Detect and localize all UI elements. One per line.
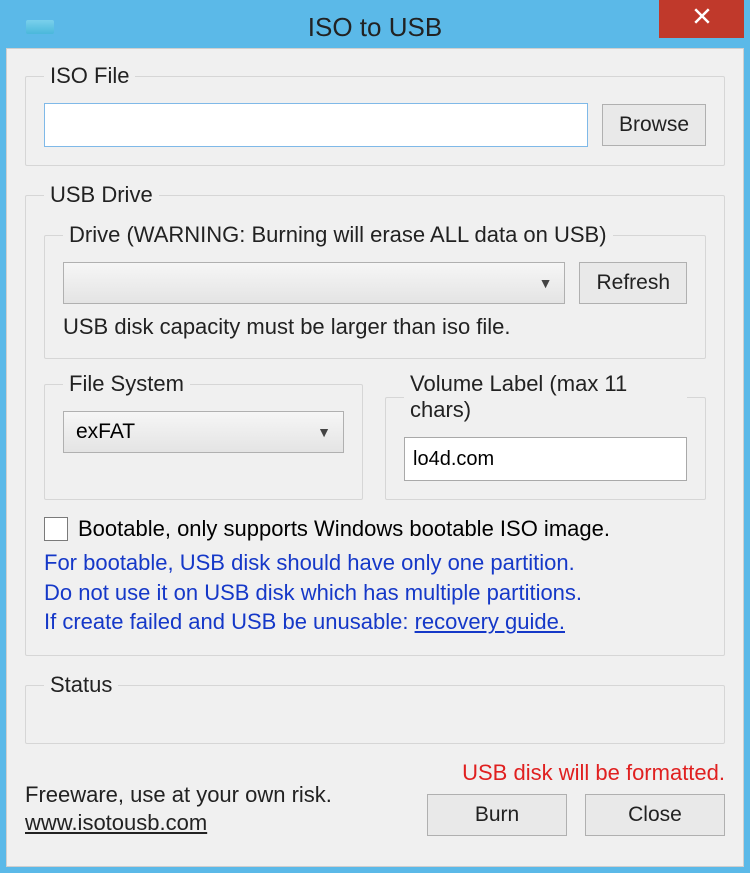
app-window: ISO to USB ISO File Browse USB Drive Dri… [0,0,750,873]
recovery-guide-link[interactable]: recovery guide. [415,609,565,634]
bootable-label: Bootable, only supports Windows bootable… [78,516,610,542]
bootable-info-line2: Do not use it on USB disk which has mult… [44,578,706,608]
bootable-checkbox[interactable] [44,517,68,541]
website-link[interactable]: www.isotousb.com [25,810,207,835]
volume-label-input[interactable] [404,437,687,481]
footer: Freeware, use at your own risk. www.isot… [25,760,725,836]
window-title: ISO to USB [308,12,442,43]
usb-drive-legend: USB Drive [44,182,159,208]
volume-label-legend: Volume Label (max 11 chars) [404,371,687,423]
drive-select[interactable]: ▼ [63,262,565,304]
drive-subgroup: Drive (WARNING: Burning will erase ALL d… [44,222,706,359]
bootable-info: For bootable, USB disk should have only … [44,548,706,637]
status-legend: Status [44,672,118,698]
usb-drive-group: USB Drive Drive (WARNING: Burning will e… [25,182,725,656]
close-button[interactable]: Close [585,794,725,836]
chevron-down-icon: ▼ [317,424,331,440]
bootable-info-line1: For bootable, USB disk should have only … [44,548,706,578]
bootable-info-line3: If create failed and USB be unusable: re… [44,607,706,637]
titlebar[interactable]: ISO to USB [6,6,744,48]
filesystem-group: File System exFAT ▼ [44,371,363,500]
freeware-text: Freeware, use at your own risk. [25,781,332,809]
browse-button[interactable]: Browse [602,104,706,146]
close-icon [693,7,711,31]
volume-label-group: Volume Label (max 11 chars) [385,371,706,500]
iso-file-legend: ISO File [44,63,135,89]
iso-path-input[interactable] [44,103,588,147]
capacity-note: USB disk capacity must be larger than is… [63,314,687,340]
client-area: ISO File Browse USB Drive Drive (WARNING… [6,48,744,867]
filesystem-select[interactable]: exFAT ▼ [63,411,344,453]
app-icon [26,20,54,34]
iso-file-group: ISO File Browse [25,63,725,166]
refresh-button[interactable]: Refresh [579,262,687,304]
filesystem-selected-value: exFAT [76,420,135,444]
status-group: Status [25,672,725,744]
format-warning: USB disk will be formatted. [427,760,725,786]
close-window-button[interactable] [659,0,744,38]
drive-legend: Drive (WARNING: Burning will erase ALL d… [63,222,613,248]
chevron-down-icon: ▼ [539,275,553,291]
burn-button[interactable]: Burn [427,794,567,836]
filesystem-legend: File System [63,371,190,397]
